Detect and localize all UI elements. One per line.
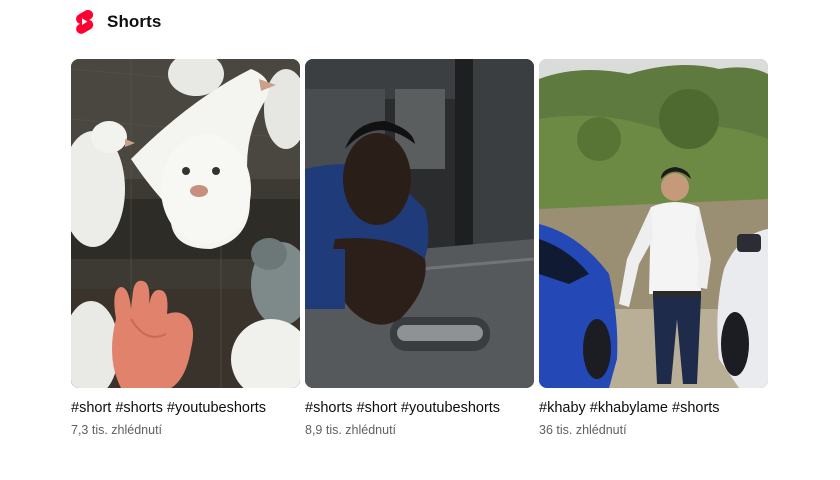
short-title[interactable]: #khaby #khabylame #shorts [539,397,768,419]
thumbnail-khaby-cars-image [539,59,768,388]
short-card[interactable]: #khaby #khabylame #shorts 36 tis. zhlédn… [539,59,768,437]
shorts-grid: #short #shorts #youtubeshorts 7,3 tis. z… [71,59,768,437]
short-view-count: 36 tis. zhlédnutí [539,423,627,437]
short-thumbnail[interactable] [71,59,300,388]
short-view-count: 8,9 tis. zhlédnutí [305,423,397,437]
youtube-shorts-logo-icon [76,10,94,34]
short-thumbnail[interactable] [539,59,768,388]
shorts-shelf-header: Shorts [74,10,161,34]
short-thumbnail[interactable] [305,59,534,388]
short-view-count: 7,3 tis. zhlédnutí [71,423,163,437]
short-title[interactable]: #shorts #short #youtubeshorts [305,397,534,419]
shelf-title: Shorts [107,12,162,31]
thumbnail-car-window-image [305,59,534,388]
short-card[interactable]: #short #shorts #youtubeshorts 7,3 tis. z… [71,59,300,437]
short-title[interactable]: #short #shorts #youtubeshorts [71,397,300,419]
thumbnail-doves-image [71,59,300,388]
short-card[interactable]: #shorts #short #youtubeshorts 8,9 tis. z… [305,59,534,437]
